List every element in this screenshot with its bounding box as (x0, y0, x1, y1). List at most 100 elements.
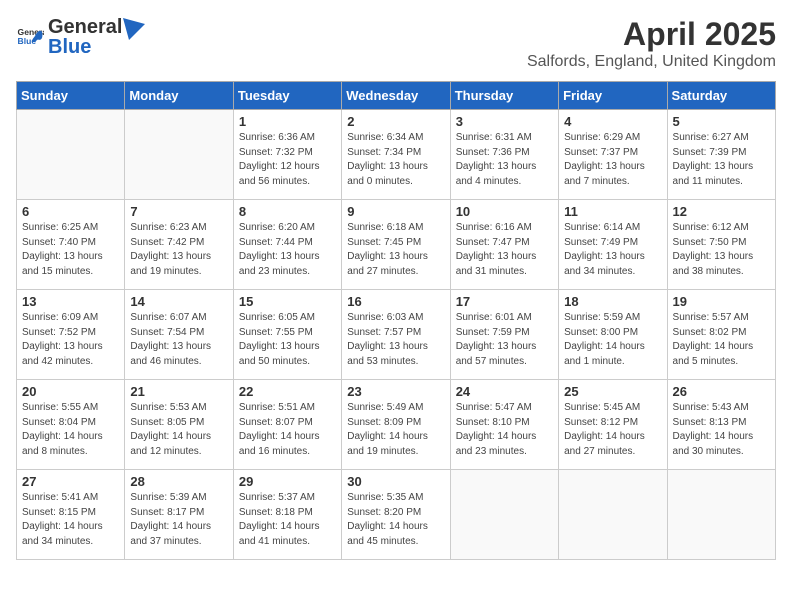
day-number: 23 (347, 384, 444, 399)
day-number: 27 (22, 474, 119, 489)
day-info: Sunrise: 5:41 AM Sunset: 8:15 PM Dayligh… (22, 491, 119, 549)
calendar-cell: 17 Sunrise: 6:01 AM Sunset: 7:59 PM Dayli… (450, 290, 558, 380)
day-info: Sunrise: 6:18 AM Sunset: 7:45 PM Dayligh… (347, 221, 444, 279)
day-info: Sunrise: 5:59 AM Sunset: 8:00 PM Dayligh… (564, 311, 661, 369)
day-number: 14 (130, 294, 227, 309)
day-info: Sunrise: 5:49 AM Sunset: 8:09 PM Dayligh… (347, 401, 444, 459)
week-row-4: 20 Sunrise: 5:55 AM Sunset: 8:04 PM Dayli… (17, 380, 776, 470)
day-number: 30 (347, 474, 444, 489)
calendar-header-wednesday: Wednesday (342, 82, 450, 110)
day-number: 17 (456, 294, 553, 309)
day-number: 5 (673, 114, 770, 129)
day-number: 3 (456, 114, 553, 129)
calendar-header-tuesday: Tuesday (233, 82, 341, 110)
calendar-cell: 24Sunrise: 5:47 AM Sunset: 8:10 PM Dayli… (450, 380, 558, 470)
day-info: Sunrise: 6:12 AM Sunset: 7:50 PM Dayligh… (673, 221, 770, 279)
day-number: 22 (239, 384, 336, 399)
day-info: Sunrise: 6:29 AM Sunset: 7:37 PM Dayligh… (564, 131, 661, 189)
calendar-cell: 16 Sunrise: 6:03 AM Sunset: 7:57 PM Dayli… (342, 290, 450, 380)
calendar-header-saturday: Saturday (667, 82, 775, 110)
day-info: Sunrise: 5:37 AM Sunset: 8:18 PM Dayligh… (239, 491, 336, 549)
day-info: Sunrise: 5:35 AM Sunset: 8:20 PM Dayligh… (347, 491, 444, 549)
day-info: Sunrise: 5:47 AM Sunset: 8:10 PM Dayligh… (456, 401, 553, 459)
calendar-cell: 21 Sunrise: 5:53 AM Sunset: 8:05 PM Dayli… (125, 380, 233, 470)
calendar-cell: 8Sunrise: 6:20 AM Sunset: 7:44 PM Daylig… (233, 200, 341, 290)
day-info: Sunrise: 6:03 AM Sunset: 7:57 PM Dayligh… (347, 311, 444, 369)
day-number: 6 (22, 204, 119, 219)
day-info: Sunrise: 6:01 AM Sunset: 7:59 PM Dayligh… (456, 311, 553, 369)
calendar-cell (17, 110, 125, 200)
day-number: 21 (130, 384, 227, 399)
calendar-cell: 9 Sunrise: 6:18 AM Sunset: 7:45 PM Daylig… (342, 200, 450, 290)
calendar-cell: 19 Sunrise: 5:57 AM Sunset: 8:02 PM Dayli… (667, 290, 775, 380)
day-info: Sunrise: 5:55 AM Sunset: 8:04 PM Dayligh… (22, 401, 119, 459)
main-title: April 2025 (527, 16, 776, 53)
week-row-3: 13 Sunrise: 6:09 AM Sunset: 7:52 PM Dayli… (17, 290, 776, 380)
day-number: 26 (673, 384, 770, 399)
calendar-cell (667, 470, 775, 560)
day-info: Sunrise: 6:27 AM Sunset: 7:39 PM Dayligh… (673, 131, 770, 189)
svg-text:Blue: Blue (18, 36, 37, 46)
day-number: 4 (564, 114, 661, 129)
calendar-cell: 1 Sunrise: 6:36 AM Sunset: 7:32 PM Daylig… (233, 110, 341, 200)
day-number: 2 (347, 114, 444, 129)
calendar-cell: 6 Sunrise: 6:25 AM Sunset: 7:40 PM Daylig… (17, 200, 125, 290)
week-row-5: 27 Sunrise: 5:41 AM Sunset: 8:15 PM Dayli… (17, 470, 776, 560)
day-info: Sunrise: 6:31 AM Sunset: 7:36 PM Dayligh… (456, 131, 553, 189)
calendar-header-friday: Friday (559, 82, 667, 110)
calendar-header-thursday: Thursday (450, 82, 558, 110)
calendar-cell: 7Sunrise: 6:23 AM Sunset: 7:42 PM Daylig… (125, 200, 233, 290)
page-header: General Blue General Blue April 2025 Sal… (16, 16, 776, 71)
calendar-cell: 29 Sunrise: 5:37 AM Sunset: 8:18 PM Dayli… (233, 470, 341, 560)
calendar-cell: 14 Sunrise: 6:07 AM Sunset: 7:54 PM Dayli… (125, 290, 233, 380)
calendar-cell: 20 Sunrise: 5:55 AM Sunset: 8:04 PM Dayli… (17, 380, 125, 470)
calendar-cell (559, 470, 667, 560)
logo-triangle-icon (123, 18, 145, 40)
day-number: 20 (22, 384, 119, 399)
day-info: Sunrise: 5:39 AM Sunset: 8:17 PM Dayligh… (130, 491, 227, 549)
day-number: 15 (239, 294, 336, 309)
calendar-cell: 4 Sunrise: 6:29 AM Sunset: 7:37 PM Daylig… (559, 110, 667, 200)
day-number: 18 (564, 294, 661, 309)
calendar-cell: 13 Sunrise: 6:09 AM Sunset: 7:52 PM Dayli… (17, 290, 125, 380)
week-row-2: 6 Sunrise: 6:25 AM Sunset: 7:40 PM Daylig… (17, 200, 776, 290)
day-number: 19 (673, 294, 770, 309)
day-info: Sunrise: 5:57 AM Sunset: 8:02 PM Dayligh… (673, 311, 770, 369)
day-number: 12 (673, 204, 770, 219)
day-number: 29 (239, 474, 336, 489)
calendar-cell: 12 Sunrise: 6:12 AM Sunset: 7:50 PM Dayli… (667, 200, 775, 290)
day-info: Sunrise: 6:25 AM Sunset: 7:40 PM Dayligh… (22, 221, 119, 279)
calendar-cell: 30 Sunrise: 5:35 AM Sunset: 8:20 PM Dayli… (342, 470, 450, 560)
day-info: Sunrise: 5:53 AM Sunset: 8:05 PM Dayligh… (130, 401, 227, 459)
calendar-header-row: SundayMondayTuesdayWednesdayThursdayFrid… (17, 82, 776, 110)
calendar-cell (125, 110, 233, 200)
calendar-header-sunday: Sunday (17, 82, 125, 110)
calendar-cell: 2 Sunrise: 6:34 AM Sunset: 7:34 PM Daylig… (342, 110, 450, 200)
day-number: 1 (239, 114, 336, 129)
calendar-cell: 5 Sunrise: 6:27 AM Sunset: 7:39 PM Daylig… (667, 110, 775, 200)
day-info: Sunrise: 6:14 AM Sunset: 7:49 PM Dayligh… (564, 221, 661, 279)
day-info: Sunrise: 6:07 AM Sunset: 7:54 PM Dayligh… (130, 311, 227, 369)
day-info: Sunrise: 6:05 AM Sunset: 7:55 PM Dayligh… (239, 311, 336, 369)
day-info: Sunrise: 5:51 AM Sunset: 8:07 PM Dayligh… (239, 401, 336, 459)
title-block: April 2025 Salfords, England, United Kin… (527, 16, 776, 71)
day-number: 10 (456, 204, 553, 219)
calendar-cell: 23 Sunrise: 5:49 AM Sunset: 8:09 PM Dayli… (342, 380, 450, 470)
day-number: 8 (239, 204, 336, 219)
calendar-cell: 26Sunrise: 5:43 AM Sunset: 8:13 PM Dayli… (667, 380, 775, 470)
week-row-1: 1 Sunrise: 6:36 AM Sunset: 7:32 PM Daylig… (17, 110, 776, 200)
calendar-cell: 11Sunrise: 6:14 AM Sunset: 7:49 PM Dayli… (559, 200, 667, 290)
calendar-cell: 15 Sunrise: 6:05 AM Sunset: 7:55 PM Dayli… (233, 290, 341, 380)
day-info: Sunrise: 6:16 AM Sunset: 7:47 PM Dayligh… (456, 221, 553, 279)
calendar-cell: 25 Sunrise: 5:45 AM Sunset: 8:12 PM Dayli… (559, 380, 667, 470)
calendar-cell: 10 Sunrise: 6:16 AM Sunset: 7:47 PM Dayli… (450, 200, 558, 290)
day-number: 25 (564, 384, 661, 399)
day-info: Sunrise: 5:45 AM Sunset: 8:12 PM Dayligh… (564, 401, 661, 459)
day-info: Sunrise: 6:34 AM Sunset: 7:34 PM Dayligh… (347, 131, 444, 189)
calendar-cell: 18 Sunrise: 5:59 AM Sunset: 8:00 PM Dayli… (559, 290, 667, 380)
day-info: Sunrise: 6:36 AM Sunset: 7:32 PM Dayligh… (239, 131, 336, 189)
day-number: 9 (347, 204, 444, 219)
day-info: Sunrise: 6:09 AM Sunset: 7:52 PM Dayligh… (22, 311, 119, 369)
day-number: 13 (22, 294, 119, 309)
day-number: 16 (347, 294, 444, 309)
